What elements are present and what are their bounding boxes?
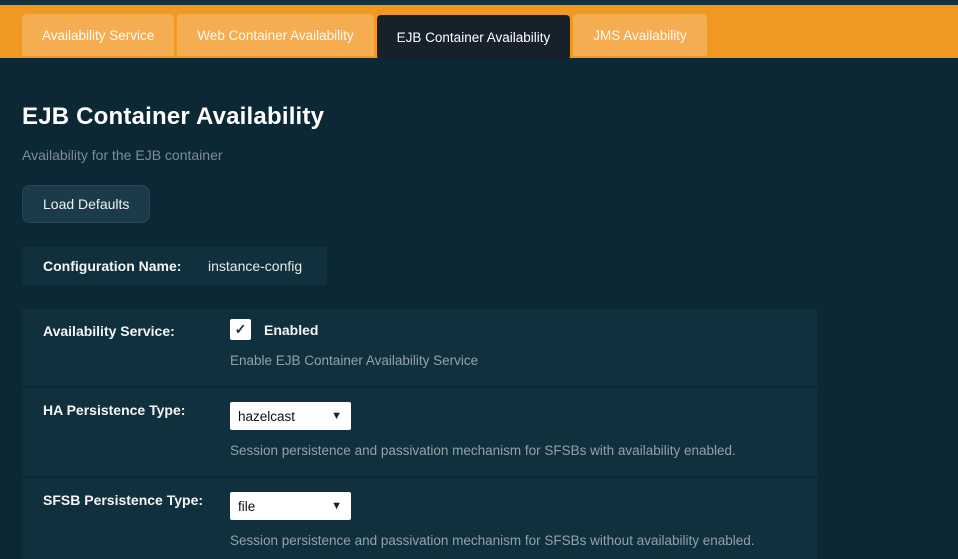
tab-web-container-availability[interactable]: Web Container Availability: [177, 14, 373, 56]
page-title: EJB Container Availability: [22, 103, 936, 131]
sfsb-persistence-type-help: Session persistence and passivation mech…: [230, 533, 807, 548]
configuration-name-value: instance-config: [208, 258, 302, 274]
check-icon: ✓: [235, 321, 247, 338]
tab-availability-service[interactable]: Availability Service: [22, 14, 174, 56]
ha-persistence-type-label: HA Persistence Type:: [43, 402, 185, 418]
availability-service-checkbox[interactable]: ✓: [230, 319, 251, 340]
chevron-down-icon: ▼: [331, 410, 342, 422]
availability-service-row: Availability Service: ✓ Enabled Enable E…: [22, 309, 817, 388]
configuration-name-panel: Configuration Name: instance-config: [22, 247, 327, 285]
chevron-down-icon: ▼: [331, 500, 342, 512]
ha-persistence-type-help: Session persistence and passivation mech…: [230, 443, 807, 458]
tab-ejb-container-availability[interactable]: EJB Container Availability: [377, 15, 571, 60]
configuration-name-label: Configuration Name:: [43, 258, 208, 274]
enabled-label: Enabled: [264, 322, 318, 338]
sfsb-persistence-type-row: SFSB Persistence Type: file ▼ Session pe…: [22, 478, 817, 559]
ha-persistence-type-select[interactable]: hazelcast ▼: [230, 402, 351, 430]
page-subtitle: Availability for the EJB container: [22, 147, 936, 163]
availability-form: Availability Service: ✓ Enabled Enable E…: [22, 309, 817, 559]
availability-service-help: Enable EJB Container Availability Servic…: [230, 353, 807, 368]
sfsb-persistence-type-value: file: [238, 499, 255, 514]
tab-bar: Availability Service Web Container Avail…: [0, 5, 958, 58]
availability-service-label: Availability Service:: [43, 323, 175, 339]
sfsb-persistence-type-label: SFSB Persistence Type:: [43, 492, 203, 508]
main-content: EJB Container Availability Availability …: [0, 103, 958, 559]
sfsb-persistence-type-select[interactable]: file ▼: [230, 492, 351, 520]
load-defaults-button[interactable]: Load Defaults: [22, 185, 150, 223]
tab-jms-availability[interactable]: JMS Availability: [573, 14, 707, 56]
ha-persistence-type-row: HA Persistence Type: hazelcast ▼ Session…: [22, 388, 817, 478]
ha-persistence-type-value: hazelcast: [238, 409, 295, 424]
